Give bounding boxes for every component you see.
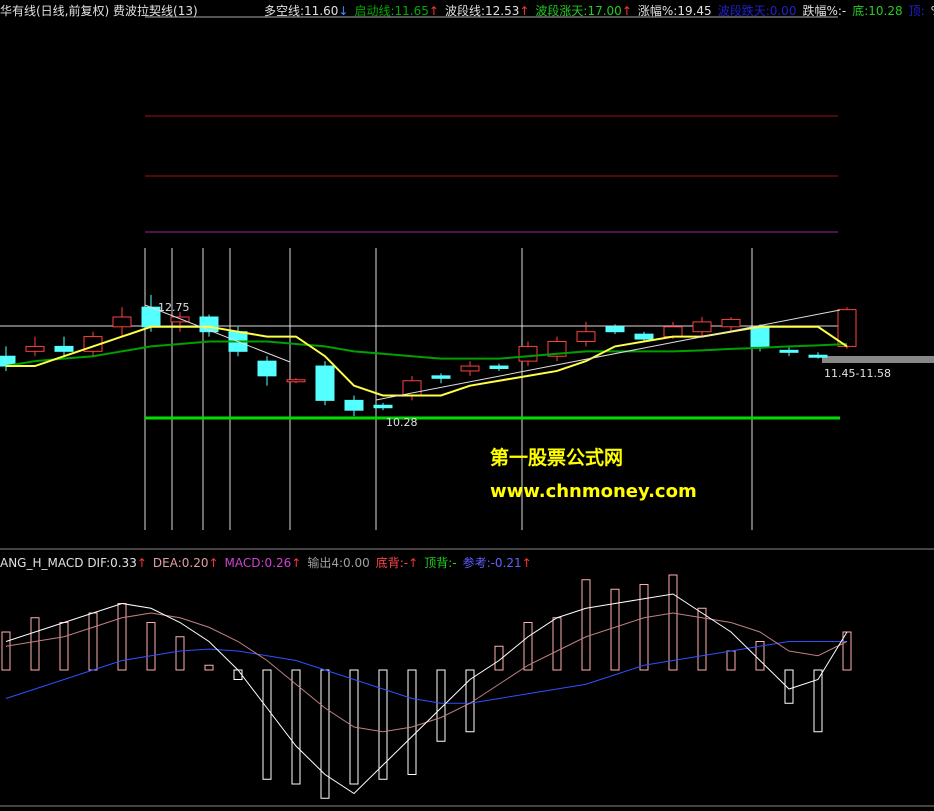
macd-item-3: 输出4:0.00 [307,556,370,570]
ma-green-line [5,340,848,368]
macd-item-4: 底背:-↑ [375,556,419,570]
header-item-0: 多空线:11.60↓ [264,4,349,18]
header-item-arrow-0: ↓ [338,4,349,18]
header-item-arrow-3: ↑ [621,4,632,18]
trend-line-2 [375,309,841,401]
candle-body-20 [576,331,596,343]
header-item-1: 启动线:11.65↑ [354,4,439,18]
candle-body-4 [112,316,132,328]
candle-body-17 [489,365,509,369]
candle-body-1 [25,345,45,352]
header-item-3: 波段涨天:17.00↑ [535,4,632,18]
macd-blue-line [5,641,847,704]
header-item-arrow-2: ↑ [519,4,530,18]
candle-body-16 [460,365,480,372]
header-item-7: 底:10.28 [852,4,903,18]
candle-body-12 [344,399,364,411]
candle-body-23 [663,326,683,338]
macd-dif-line [5,593,848,795]
macd-bar-6 [175,636,185,671]
macd-header: ANG_H_MACD DIF:0.33↑ DEA:0.20↑ MACD:0.26↑ 输… [0,556,538,570]
macd-bar-1 [30,617,40,671]
macd-item-arrow-1: ↑ [208,556,219,570]
candle-body-9 [257,360,277,377]
macd-bar-29 [842,631,852,671]
candlestick-chart[interactable] [0,0,934,811]
macd-bar-11 [320,669,330,799]
macd-item-5: 顶背:- [424,556,457,570]
macd-dea-line [5,612,848,733]
macd-bar-9 [262,669,272,780]
candle-body-22 [634,333,654,340]
macd-item-6: 参考:-0.21↑ [462,556,532,570]
macd-bar-2 [59,622,69,671]
candle-body-24 [692,321,712,333]
candle-body-26 [750,326,770,347]
header-item-4: 涨幅%:19.45 [637,4,712,18]
macd-bar-20 [581,579,591,671]
candle-body-25 [721,318,741,328]
macd-name: ANG_H_MACD [0,556,84,570]
macd-bar-25 [726,650,736,671]
candle-body-2 [54,345,74,352]
low-label: 10.28 [386,416,418,429]
chart-header: 华有线(日线,前复权) 费波拉契线(13) [0,4,198,18]
header-item-5: 波段跌天:0.00 [717,4,797,18]
macd-item-0: DIF:0.33↑ [87,556,147,570]
indicator-values: 多空线:11.60↓ 启动线:11.65↑ 波段线:12.53↑ 波段涨天:17.00… [264,4,934,18]
macd-item-1: DEA:0.20↑ [152,556,219,570]
candle-body-28 [808,354,828,358]
macd-item-2: MACD:0.26↑ [224,556,302,570]
macd-item-arrow-0: ↑ [136,556,147,570]
candle-body-21 [605,326,625,333]
candle-body-10 [286,379,306,383]
candle-body-18 [518,345,538,362]
macd-bar-22 [639,584,649,671]
macd-bar-7 [204,664,214,671]
watermark-url: www.chnmoney.com [490,481,697,502]
high-label: 12.75 [158,301,190,314]
indicator-name: 费波拉契线(13) [113,4,198,18]
macd-bar-18 [523,622,533,671]
candle-body-15 [431,375,451,379]
candle-body-29 [837,309,857,347]
candle-body-7 [199,316,219,333]
header-item-6: 跌幅%:- [802,4,847,18]
macd-bar-8 [233,669,243,680]
macd-item-arrow-6: ↑ [521,556,532,570]
macd-bar-0 [1,631,11,671]
stock-title: 华有线(日线,前复权) [0,4,110,18]
macd-bar-14 [407,669,417,775]
macd-bar-21 [610,588,620,671]
macd-bar-23 [668,574,678,671]
watermark-title: 第一股票公式网 [490,447,624,469]
macd-item-arrow-4: ↑ [408,556,419,570]
macd-item-arrow-2: ↑ [291,556,302,570]
header-item-arrow-1: ↑ [428,4,439,18]
header-item-8: 顶: [908,4,925,18]
ma-yellow-line [6,325,848,397]
range-label: 11.45-11.58 [824,367,891,380]
candle-body-13 [373,404,393,409]
range-bar [822,356,934,363]
macd-bar-5 [146,622,156,671]
header-item-2: 波段线:12.53↑ [444,4,530,18]
candle-body-11 [315,365,335,401]
macd-bar-3 [88,612,98,671]
candle-body-27 [779,349,799,353]
macd-bar-19 [552,617,562,671]
